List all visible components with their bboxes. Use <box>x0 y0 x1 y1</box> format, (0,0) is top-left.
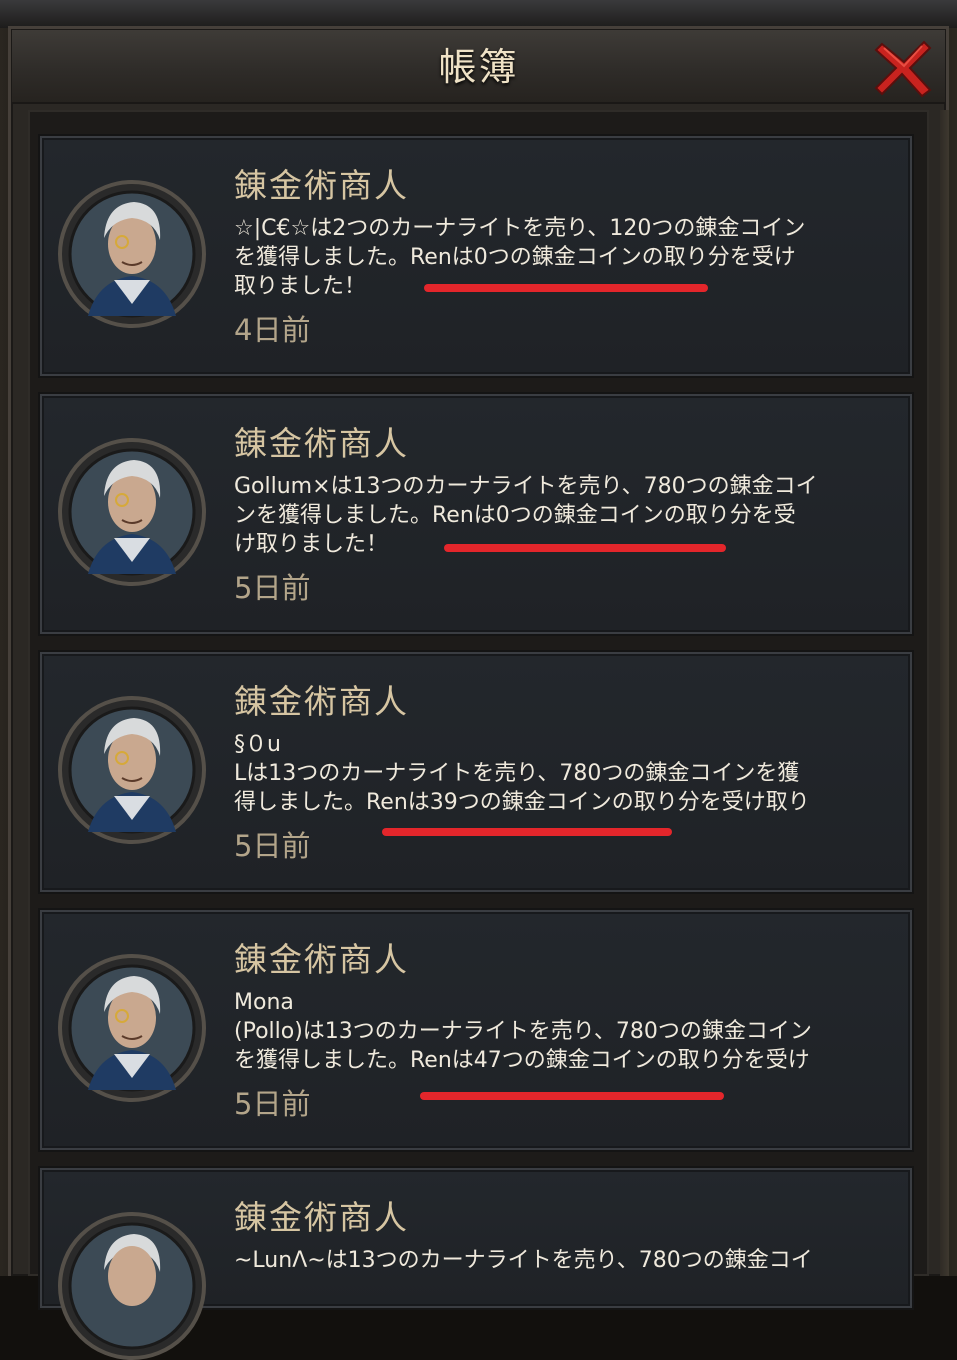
entry-timestamp: 4日前 <box>234 313 311 347</box>
close-x-icon[interactable] <box>872 36 936 100</box>
entry-timestamp: 5日前 <box>234 1087 311 1121</box>
merchant-name: 錬金術商人 <box>234 940 409 979</box>
highlight-underline <box>424 284 708 292</box>
entry-message: §０u Lは13つのカーナライトを売り、780つの錬金コインを獲 得しました。R… <box>234 732 810 815</box>
top-strip <box>0 0 957 28</box>
entry-message: ~LunΛ~は13つのカーナライトを売り、780つの錬金コイ <box>234 1248 813 1273</box>
scrollbar-track[interactable] <box>940 110 949 1276</box>
entry-timestamp: 5日前 <box>234 571 311 605</box>
list-item[interactable]: 錬金術商人 §０u Lは13つのカーナライトを売り、780つの錬金コインを獲 得… <box>40 652 912 892</box>
alchemist-portrait-icon <box>58 438 206 586</box>
page-title: 帳簿 <box>438 45 519 89</box>
merchant-name: 錬金術商人 <box>234 166 409 205</box>
alchemist-portrait-icon <box>58 180 206 328</box>
merchant-name: 錬金術商人 <box>234 682 409 721</box>
alchemist-portrait-icon <box>58 954 206 1102</box>
list-item[interactable]: 錬金術商人 ~LunΛ~は13つのカーナライトを売り、780つの錬金コイ <box>40 1168 912 1360</box>
ledger-header: 帳簿 <box>12 30 945 104</box>
highlight-underline <box>444 544 726 552</box>
alchemist-portrait-icon <box>58 696 206 844</box>
entry-message: Mona (Pollo)は13つのカーナライトを売り、780つの錬金コイン を獲… <box>234 990 812 1073</box>
merchant-name: 錬金術商人 <box>234 424 409 463</box>
list-item[interactable]: 錬金術商人 ☆|C€☆は2つのカーナライトを売り、120つの錬金コイン を獲得し… <box>40 136 912 376</box>
entry-timestamp: 5日前 <box>234 829 311 863</box>
list-item[interactable]: 錬金術商人 Gollum×は13つのカーナライトを売り、780つの錬金コイ ンを… <box>40 394 912 634</box>
list-item[interactable]: 錬金術商人 Mona (Pollo)は13つのカーナライトを売り、780つの錬金… <box>40 910 912 1150</box>
alchemist-portrait-icon <box>58 1212 206 1360</box>
merchant-name: 錬金術商人 <box>234 1198 409 1237</box>
